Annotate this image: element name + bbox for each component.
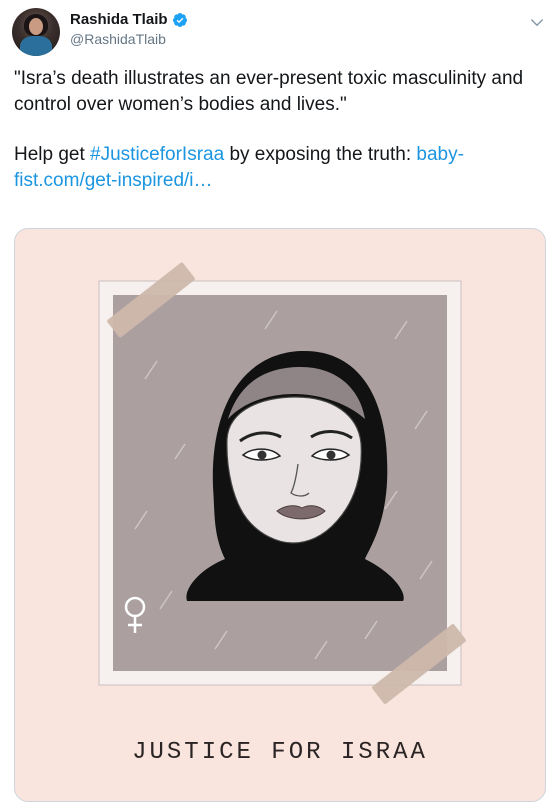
hashtag-link[interactable]: #JusticeforIsraa [90,144,224,165]
right-iris [326,450,336,460]
tweet-media-image[interactable]: JUSTICE FOR ISRAA [14,228,546,802]
tweet-paragraph-quote: "Isra’s death illustrates an ever-presen… [14,68,524,115]
cta-prefix: Help get [14,144,91,165]
author-display-name: Rashida Tlaib [70,11,168,28]
illustration [98,262,466,704]
chevron-down-icon[interactable] [528,14,546,32]
avatar-body [20,36,52,56]
tweet-text: "Isra’s death illustrates an ever-presen… [14,66,550,194]
avatar[interactable] [12,8,60,56]
verified-badge-icon [172,12,187,27]
image-caption: JUSTICE FOR ISRAA [132,739,428,766]
author-block: Rashida Tlaib @RashidaTlaib [70,10,188,49]
author-name-link[interactable]: Rashida Tlaib [70,10,188,29]
avatar-face [29,18,43,35]
tweet: Rashida Tlaib @RashidaTlaib "Isra’s deat… [0,0,560,812]
left-iris [257,450,267,460]
tweet-paragraph-cta: Help get #JusticeforIsraa by exposing th… [14,142,550,194]
author-handle[interactable]: @RashidaTlaib [70,30,188,49]
cta-middle: by exposing the truth: [224,144,417,165]
